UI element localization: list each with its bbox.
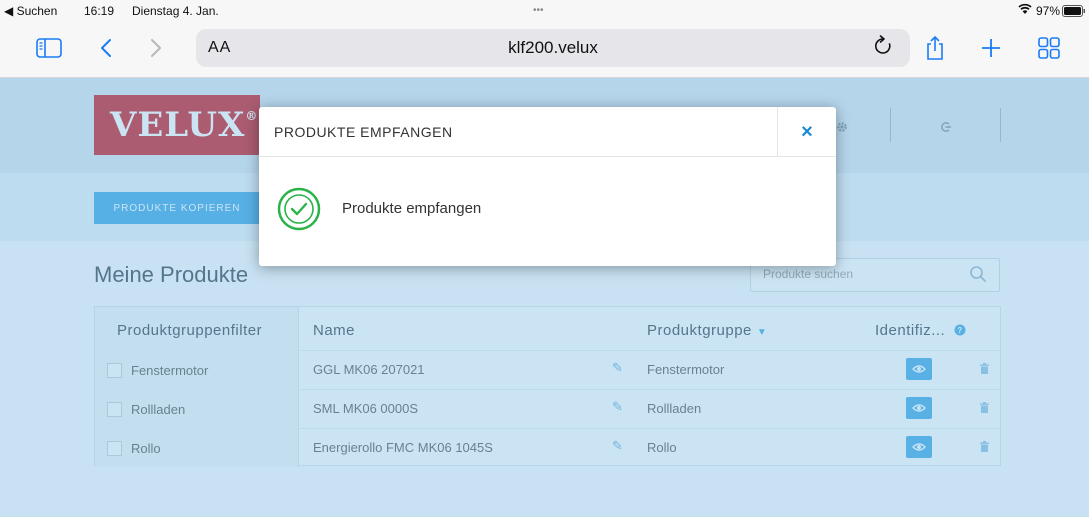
new-tab-icon[interactable]: [978, 28, 1004, 68]
status-date: Dienstag 4. Jan.: [132, 4, 219, 18]
address-bar[interactable]: AA klf200.velux: [196, 29, 910, 67]
battery-percent: 97%: [1036, 4, 1061, 18]
success-check-icon: [277, 187, 321, 236]
close-icon[interactable]: ×: [777, 107, 836, 157]
url-text[interactable]: klf200.velux: [196, 38, 910, 58]
reload-icon[interactable]: [874, 35, 892, 61]
dialog-title: PRODUKTE EMPFANGEN: [274, 124, 453, 140]
back-icon[interactable]: [96, 28, 116, 68]
battery-icon: [1062, 5, 1086, 20]
dialog-header: PRODUKTE EMPFANGEN ×: [259, 107, 836, 157]
status-bar: ◀ Suchen 16:19 Dienstag 4. Jan. ••• 97%: [0, 0, 1089, 22]
back-to-app-link[interactable]: ◀ Suchen: [4, 4, 57, 18]
tabs-overview-icon[interactable]: [1036, 28, 1062, 68]
dialog-message: Produkte empfangen: [342, 200, 482, 217]
share-icon[interactable]: [922, 28, 948, 68]
forward-icon[interactable]: [146, 28, 166, 68]
products-received-dialog: PRODUKTE EMPFANGEN × Produkte empfangen: [259, 107, 836, 266]
sidebar-icon[interactable]: [34, 28, 64, 68]
status-time: 16:19: [84, 4, 115, 18]
browser-toolbar: AA klf200.velux: [0, 22, 1089, 78]
wifi-icon: [1018, 3, 1032, 18]
multitask-dots[interactable]: •••: [533, 5, 544, 16]
